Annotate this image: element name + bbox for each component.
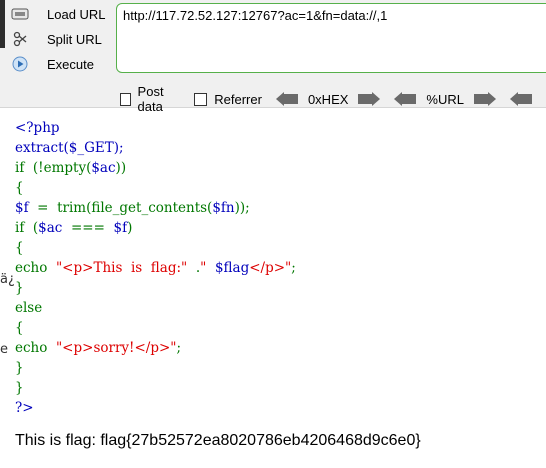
code-line: echo "<p>sorry!</p>"; (15, 340, 182, 356)
code-line: if ($ac === $f) (15, 220, 133, 236)
post-data-checkbox[interactable]: Post data (120, 84, 180, 114)
execute-label: Execute (47, 56, 94, 72)
hex-decode-arrow-icon[interactable] (275, 92, 284, 106)
url-input[interactable]: http://117.72.52.127:12767?ac=1&fn=data:… (116, 3, 546, 73)
play-icon (10, 56, 30, 72)
post-data-label: Post data (137, 84, 164, 114)
hex-label: 0xHEX (307, 91, 349, 107)
flag-output: This is flag: flag{27b52572ea8020786eb42… (15, 432, 421, 449)
post-data-box[interactable] (120, 92, 131, 106)
hackbar-menu: Load URL Split URL Execute (8, 2, 106, 77)
clipped-text-fragment: e (0, 342, 8, 357)
url-encode-control: %URL (394, 92, 496, 107)
load-url-button[interactable]: Load URL (8, 2, 106, 26)
code-line: ?> (15, 400, 34, 416)
options-bar: Post data Referrer 0xHEX %URL (120, 84, 546, 114)
url-encode-label: %URL (426, 91, 464, 107)
load-url-icon (10, 6, 30, 22)
more-arrow-icon[interactable] (510, 92, 518, 106)
php-source: <?php extract($_GET); if (!empty($ac)) {… (15, 118, 296, 418)
code-line: extract($_GET); (15, 140, 124, 156)
code-line: else (15, 300, 43, 316)
referrer-label: Referrer (214, 91, 262, 107)
window-edge (0, 0, 5, 48)
more-control (510, 92, 532, 106)
code-line: { (15, 320, 24, 336)
referrer-checkbox[interactable]: Referrer (194, 92, 262, 107)
execute-button[interactable]: Execute (8, 52, 106, 76)
scissors-icon (10, 31, 30, 47)
url-encode-arrow-icon[interactable] (488, 92, 496, 106)
code-line: $f = trim(file_get_contents($fn)); (15, 200, 250, 216)
hex-encode-arrow-icon[interactable] (372, 92, 381, 106)
code-line: if (!empty($ac)) (15, 160, 127, 176)
code-line: } (15, 280, 24, 296)
load-url-label: Load URL (47, 6, 106, 22)
code-line: } (15, 360, 24, 376)
code-line: echo "<p>This is flag:" ." $flag</p>"; (15, 260, 296, 276)
hackbar-toolbar: Load URL Split URL Execute http://117.72… (0, 0, 546, 114)
code-line: { (15, 180, 24, 196)
code-line: } (15, 380, 24, 396)
url-decode-arrow-icon[interactable] (394, 92, 403, 106)
referrer-box[interactable] (194, 92, 208, 106)
code-line: <?php (15, 120, 60, 136)
clipped-text-fragment: ä¿ (0, 272, 15, 287)
split-url-label: Split URL (47, 31, 102, 47)
hex-control: 0xHEX (275, 91, 381, 107)
code-line: { (15, 240, 24, 256)
split-url-button[interactable]: Split URL (8, 27, 106, 51)
